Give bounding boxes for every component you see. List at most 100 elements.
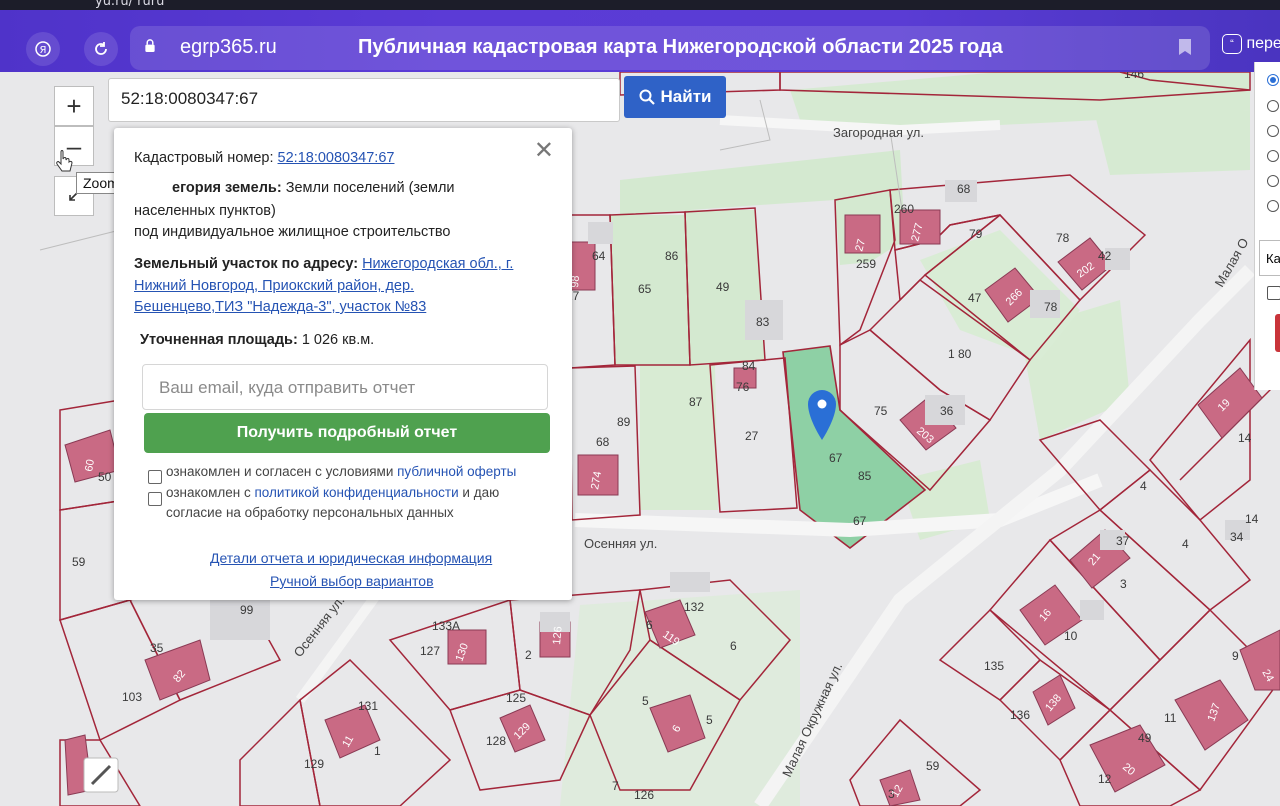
privacy-consent-suffix: и даю xyxy=(462,485,500,500)
parcel-label: 83 xyxy=(756,315,770,329)
parcel-label: 12 xyxy=(1098,772,1112,786)
area-key: Уточненная площадь: xyxy=(140,332,298,348)
address-link-line2[interactable]: Нижний Новгород, Приокский район, дер. xyxy=(134,276,544,297)
parcel-label: 136 xyxy=(1010,708,1030,722)
parcel-label: 103 xyxy=(122,690,142,704)
layer-radio[interactable] xyxy=(1267,175,1279,187)
radio-selected-dot xyxy=(1270,77,1276,83)
address-link-line3[interactable]: Бешенцево,ТИЗ "Надежда-3", участок №83 xyxy=(134,297,544,318)
layer-radio[interactable] xyxy=(1267,100,1279,112)
privacy-consent-prefix: ознакомлен с xyxy=(166,485,251,500)
zoom-in-label: + xyxy=(66,90,82,121)
cadastral-number-key: Кадастровый номер: xyxy=(134,150,274,166)
tab-text[interactable]: yu.ru/ ruru xyxy=(95,0,164,9)
street-osennyaya: Осенняя ул. xyxy=(584,536,657,551)
parcel-label: 259 xyxy=(856,257,876,271)
parcel-label: 64 xyxy=(592,249,606,263)
parcel-label: 132 xyxy=(684,600,704,614)
parcel-label: 4 xyxy=(1140,479,1147,493)
building-label: 60 xyxy=(83,458,97,472)
panel-select[interactable]: Ка xyxy=(1259,240,1280,276)
lock-icon xyxy=(145,39,155,52)
ruler-icon[interactable] xyxy=(83,757,119,793)
land-category-key: егория земель: xyxy=(172,180,282,196)
parcel-label: 47 xyxy=(968,291,982,305)
parcel-label: 59 xyxy=(72,555,86,569)
parcel-label: 5 xyxy=(706,713,713,727)
parcel-label: 127 xyxy=(420,644,440,658)
parcel-label: 126 xyxy=(634,788,654,802)
parcel-label: 14 xyxy=(1245,512,1259,526)
reload-icon[interactable] xyxy=(84,32,118,66)
parcel-label: 49 xyxy=(1138,731,1152,745)
layers-panel: Ка xyxy=(1254,62,1280,390)
parcel-label: 68 xyxy=(957,182,971,196)
parcel-label: 2 xyxy=(525,648,532,662)
svg-text:Я: Я xyxy=(40,45,47,56)
page-title: Публичная кадастровая карта Нижегородско… xyxy=(358,36,1003,58)
green-area xyxy=(640,365,718,510)
offer-consent-text: ознакомлен и согласен с условиями публич… xyxy=(166,462,516,482)
parcel-label: 131 xyxy=(358,699,378,713)
land-category-line2: населенных пунктов) xyxy=(134,203,276,219)
cadastral-number-link[interactable]: 52:18:0080347:67 xyxy=(278,150,395,166)
offer-consent-label: ознакомлен и согласен с условиями xyxy=(166,464,394,479)
parcel-label: 68 xyxy=(596,435,610,449)
report-details-link[interactable]: Детали отчета и юридическая информация xyxy=(210,550,492,566)
layer-radio[interactable] xyxy=(1267,74,1279,86)
bookmark-icon[interactable] xyxy=(1178,38,1192,56)
privacy-consent-text: ознакомлен с политикой конфиденциальност… xyxy=(166,483,499,503)
translate-button[interactable]: “ пере xyxy=(1222,34,1280,54)
parcel-label: 27 xyxy=(745,429,759,443)
parcel-label: 11 xyxy=(1164,711,1177,725)
parcel-label: 129 xyxy=(304,757,324,771)
manual-selection-link[interactable]: Ручной выбор вариантов xyxy=(270,573,434,589)
area-row: Уточненная площадь: 1 026 кв.м. xyxy=(140,330,550,351)
parcel-label: 1 xyxy=(374,744,381,758)
land-category-row: егория земель: Земли поселений (земли xyxy=(172,178,552,199)
parcel-label: 79 xyxy=(969,227,983,241)
parcel-label: 67 xyxy=(853,514,867,528)
hand-cursor-icon xyxy=(56,150,73,172)
address-key: Земельный участок по адресу: xyxy=(134,256,359,272)
privacy-policy-link[interactable]: политикой конфиденциальности xyxy=(254,485,458,500)
parcel-label: 67 xyxy=(829,451,843,465)
public-offer-link[interactable]: публичной оферты xyxy=(397,464,516,479)
cadastral-search-input[interactable] xyxy=(119,88,603,110)
email-field[interactable] xyxy=(142,364,548,410)
address-domain: egrp365.ru xyxy=(180,36,277,58)
find-button[interactable]: Найти xyxy=(624,76,726,118)
panel-select-value: Ка xyxy=(1266,251,1280,266)
cadastral-search-field[interactable] xyxy=(108,78,620,122)
address-link-line1[interactable]: Нижегородская обл., г. xyxy=(362,256,513,272)
layer-radio[interactable] xyxy=(1267,200,1279,212)
parcel-label: 4 xyxy=(1182,537,1189,551)
parcel-label: 3 xyxy=(1120,577,1127,591)
offer-checkbox[interactable] xyxy=(148,470,162,484)
parcel-label: 89 xyxy=(617,415,631,429)
email-input[interactable] xyxy=(157,377,531,399)
parcel-label: 135 xyxy=(984,659,1004,673)
yandex-icon[interactable]: Я xyxy=(26,32,60,66)
parcel-label: 59 xyxy=(926,759,940,773)
parcel-label: 78 xyxy=(1056,231,1070,245)
get-report-button[interactable]: Получить подробный отчет xyxy=(144,413,550,453)
privacy-checkbox[interactable] xyxy=(148,492,162,506)
parcel-label: 128 xyxy=(486,734,506,748)
find-button-label: Найти xyxy=(660,87,712,106)
parcel-label: 50 xyxy=(98,470,112,484)
parcel-label: 49 xyxy=(716,280,730,294)
parcel-label: 14 xyxy=(1238,431,1252,445)
address-bar[interactable]: egrp365.ru Публичная кадастровая карта Н… xyxy=(130,26,1210,70)
panel-red-button[interactable] xyxy=(1275,314,1280,352)
zoom-in-button[interactable]: + xyxy=(54,86,94,126)
parcel-label: 10 xyxy=(1064,629,1078,643)
parcel-label: 42 xyxy=(1098,249,1112,263)
layer-radio[interactable] xyxy=(1267,125,1279,137)
parcel-label: 1 80 xyxy=(948,347,972,361)
os-top-strip: yu.ru/ ruru xyxy=(0,0,1280,10)
panel-checkbox[interactable] xyxy=(1267,286,1280,300)
parcel-label: 99 xyxy=(240,603,254,617)
layer-radio[interactable] xyxy=(1267,150,1279,162)
parcel-label: 133А xyxy=(432,619,460,633)
